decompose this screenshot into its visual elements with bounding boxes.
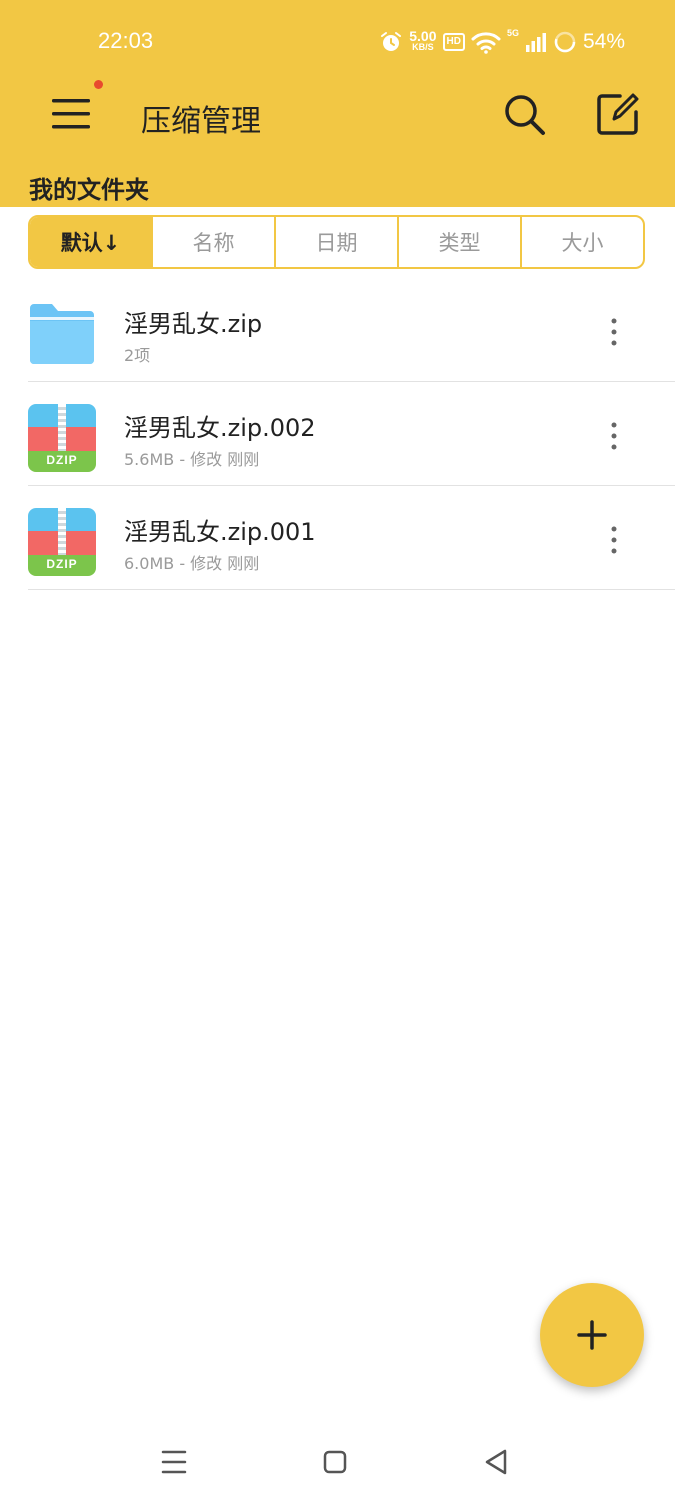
wifi-icon: [471, 32, 501, 54]
file-meta: 5.6MB - 修改 刚刚: [124, 450, 260, 469]
battery-icon: [554, 31, 576, 53]
folder-icon: [30, 304, 94, 364]
network-type: 5G: [506, 28, 519, 38]
tab-sort-type[interactable]: 类型: [397, 217, 520, 267]
edit-icon[interactable]: [596, 92, 640, 136]
file-name: 淫男乱女.zip.001: [124, 518, 316, 546]
signal-icon: [525, 33, 546, 52]
section-title: 我的文件夹: [29, 176, 149, 204]
net-speed: 5.00 KB/S: [409, 28, 437, 53]
tab-sort-size[interactable]: 大小: [520, 217, 643, 267]
dzip-icon: DZIP: [28, 508, 96, 576]
back-icon[interactable]: [476, 1442, 516, 1482]
file-meta: 2项: [124, 346, 151, 365]
add-button[interactable]: [540, 1283, 644, 1387]
list-item[interactable]: DZIP 淫男乱女.zip.002 5.6MB - 修改 刚刚: [28, 382, 675, 486]
more-options-icon[interactable]: [606, 524, 622, 556]
status-bar: 22:03 5.00 KB/S HD 5G 54%: [0, 0, 675, 86]
tab-sort-date[interactable]: 日期: [274, 217, 397, 267]
list-item[interactable]: 淫男乱女.zip 2项: [28, 278, 675, 382]
list-item[interactable]: DZIP 淫男乱女.zip.001 6.0MB - 修改 刚刚: [28, 486, 675, 590]
status-icons: 5.00 KB/S HD 5G 54%: [379, 24, 625, 60]
tab-sort-default[interactable]: 默认↓: [30, 217, 151, 267]
status-time: 22:03: [98, 28, 154, 53]
menu-icon[interactable]: [50, 96, 92, 132]
file-meta: 6.0MB - 修改 刚刚: [124, 554, 260, 573]
net-speed-unit: KB/S: [412, 42, 434, 52]
file-name: 淫男乱女.zip: [124, 310, 263, 338]
hd-badge: HD: [442, 33, 465, 51]
dzip-icon-text: DZIP: [46, 453, 78, 467]
search-icon[interactable]: [502, 92, 546, 136]
notification-dot: [94, 80, 103, 89]
net-speed-value: 5.00: [409, 28, 437, 44]
file-list: 淫男乱女.zip 2项 DZIP 淫男乱女.zip.002 5.6MB - 修改…: [0, 278, 675, 590]
system-nav-bar: [0, 1420, 675, 1500]
dzip-icon-text: DZIP: [46, 557, 78, 571]
more-options-icon[interactable]: [606, 420, 622, 452]
file-name: 淫男乱女.zip.002: [124, 414, 316, 442]
page-title: 压缩管理: [141, 104, 261, 139]
recent-apps-icon[interactable]: [154, 1442, 194, 1482]
sort-tabs: 默认↓ 名称 日期 类型 大小: [28, 215, 645, 269]
more-options-icon[interactable]: [606, 316, 622, 348]
battery-level: 54%: [582, 30, 625, 53]
dzip-icon: DZIP: [28, 404, 96, 472]
tab-sort-name[interactable]: 名称: [151, 217, 274, 267]
home-icon[interactable]: [315, 1442, 355, 1482]
plus-icon: [577, 1320, 607, 1350]
alarm-icon: [381, 32, 402, 51]
